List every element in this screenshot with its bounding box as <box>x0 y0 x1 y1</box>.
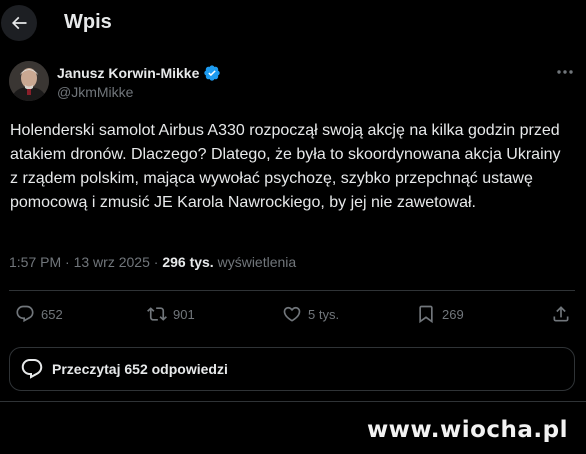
verified-badge-icon <box>204 65 221 81</box>
top-header: Wpis <box>0 0 586 46</box>
views-count: 296 tys. <box>162 254 214 270</box>
tweet-time[interactable]: 1:57 PM <box>9 254 61 270</box>
heart-icon <box>283 306 301 322</box>
meta-separator: · <box>65 254 74 270</box>
back-button[interactable] <box>1 5 37 41</box>
avatar[interactable] <box>9 61 49 101</box>
author-name[interactable]: Janusz Korwin-Mikke <box>57 64 221 82</box>
read-replies-label: Przeczytaj 652 odpowiedzi <box>52 361 228 377</box>
page-title: Wpis <box>64 11 112 33</box>
bookmark-button[interactable]: 269 <box>416 304 464 324</box>
repost-count: 901 <box>173 306 195 322</box>
divider <box>9 290 575 291</box>
repost-icon <box>147 307 167 321</box>
action-bar: 652 901 5 tys. 269 <box>0 300 586 332</box>
author-name-text: Janusz Korwin-Mikke <box>57 65 200 81</box>
like-count: 5 tys. <box>308 306 340 322</box>
views-label: wyświetlenia <box>217 254 297 270</box>
divider <box>0 401 586 402</box>
share-button[interactable] <box>551 304 571 324</box>
reply-icon <box>16 305 34 323</box>
tweet-meta: 1:57 PM · 13 wrz 2025 · 296 tys. wyświet… <box>9 254 296 270</box>
repost-button[interactable]: 901 <box>147 304 195 324</box>
author-handle[interactable]: @JkmMikke <box>57 84 133 100</box>
reply-button[interactable]: 652 <box>15 304 63 324</box>
arrow-left-icon <box>11 16 27 30</box>
tweet-text: Holenderski samolot Airbus A330 rozpoczą… <box>10 122 561 211</box>
reply-count: 652 <box>41 306 63 322</box>
share-icon <box>553 306 569 322</box>
bookmark-icon <box>419 305 433 324</box>
read-replies-button[interactable]: Przeczytaj 652 odpowiedzi <box>9 347 575 391</box>
tweet-date[interactable]: 13 wrz 2025 <box>74 254 150 270</box>
more-options-button[interactable] <box>553 64 577 80</box>
like-button[interactable]: 5 tys. <box>282 304 339 324</box>
bookmark-count: 269 <box>442 306 464 322</box>
more-dots-icon <box>557 70 573 74</box>
watermark: www.wiocha.pl <box>366 417 568 443</box>
reply-bubble-icon <box>21 359 43 379</box>
